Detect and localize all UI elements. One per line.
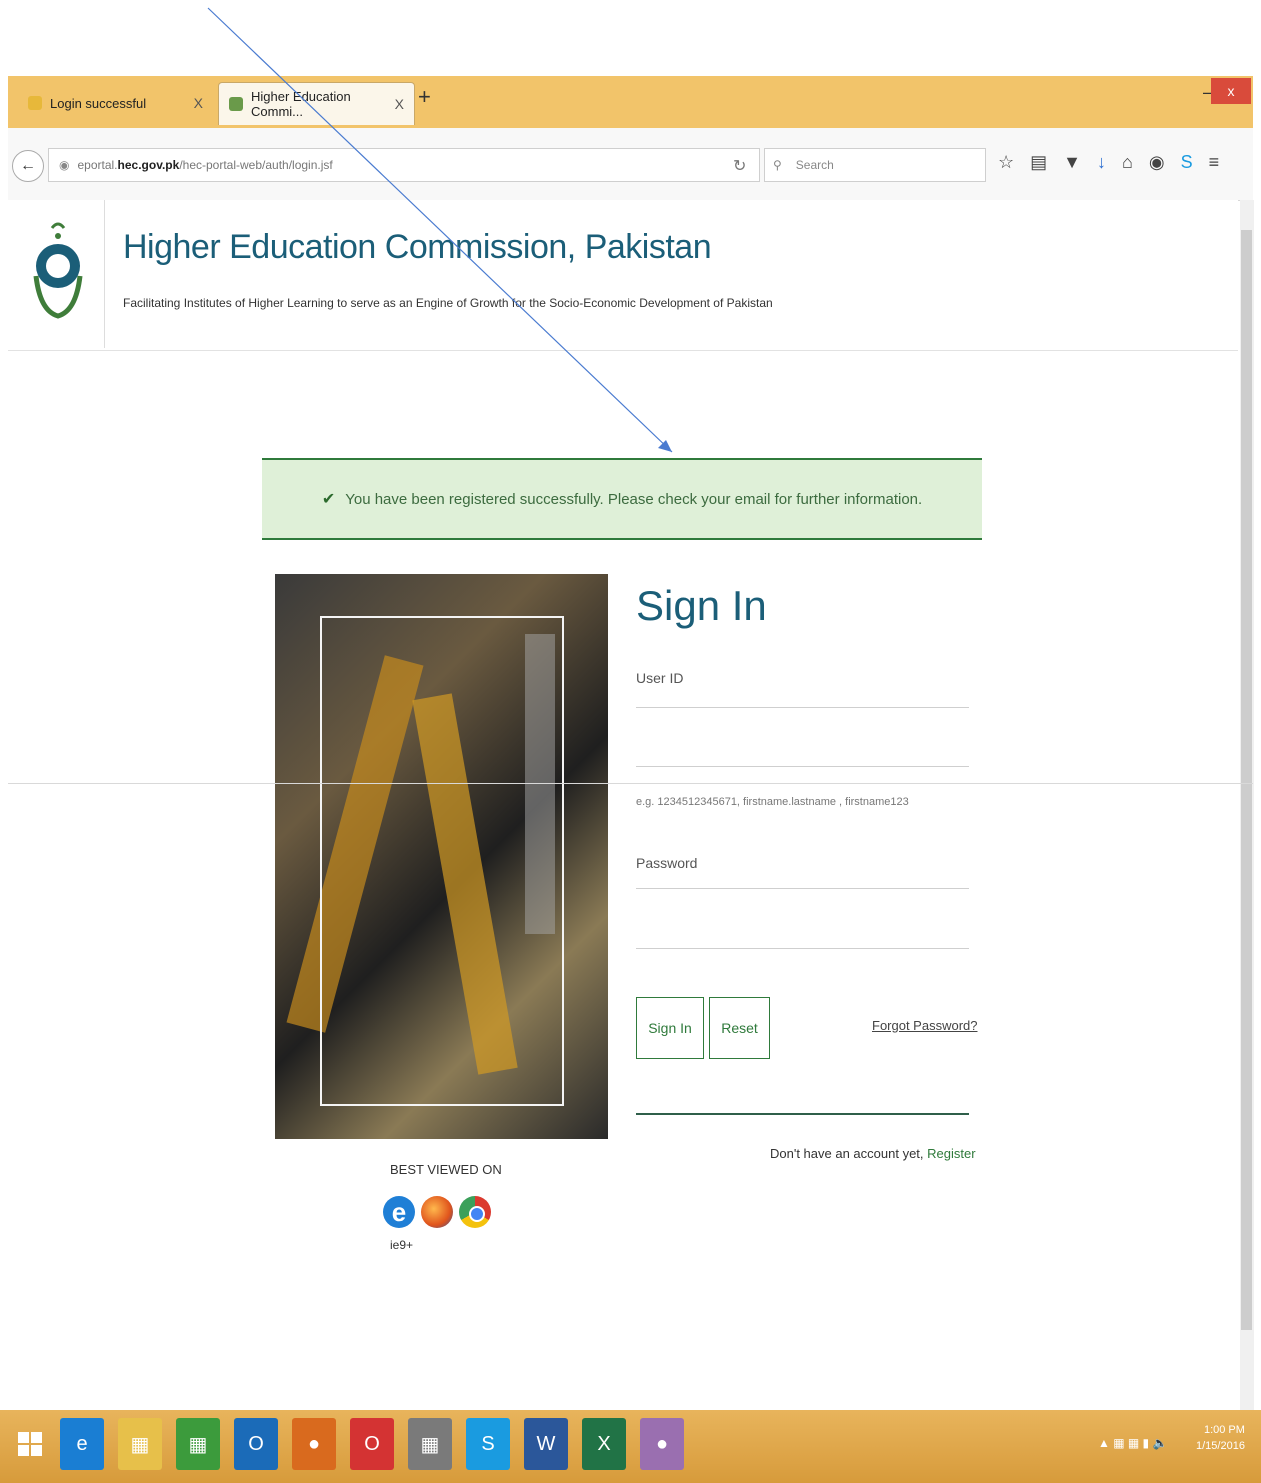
alert-message: You have been registered successfully. P… — [345, 490, 923, 508]
sign-in-button[interactable]: Sign In — [636, 997, 704, 1059]
url-prefix: eportal. — [77, 158, 118, 172]
ie-version-label: ie9+ — [390, 1238, 414, 1252]
taskbar-apps: e ▦ ▦ O ● O ▦ S W X ● — [60, 1418, 684, 1470]
user-id-label: User ID — [636, 670, 684, 686]
user-id-hint: e.g. 1234512345671, firstname.lastname ,… — [636, 796, 909, 808]
calculator-icon[interactable]: ▦ — [408, 1418, 452, 1470]
excel-icon[interactable]: X — [582, 1418, 626, 1470]
new-tab-button[interactable]: + — [418, 84, 431, 110]
paint-icon[interactable]: ● — [640, 1418, 684, 1470]
success-alert: ✔ You have been registered successfully.… — [262, 458, 982, 540]
skype-icon[interactable]: S — [1181, 152, 1193, 173]
clock-date: 1/15/2016 — [1196, 1440, 1245, 1452]
firefox-icon[interactable]: ● — [292, 1418, 336, 1470]
tab-close-icon[interactable]: X — [194, 95, 203, 111]
page-guideline — [8, 783, 1253, 784]
page-favicon-icon — [28, 96, 42, 110]
user-id-input[interactable] — [636, 724, 973, 756]
sync-icon[interactable]: ◉ — [1149, 152, 1165, 173]
url-domain: hec.gov.pk — [117, 158, 180, 172]
file-explorer-icon[interactable]: ▦ — [118, 1418, 162, 1470]
firefox-icon — [421, 1196, 453, 1228]
pocket-icon[interactable]: ▼ — [1063, 152, 1081, 173]
address-bar[interactable]: ◉ eportal. hec.gov.pk/hec-portal-web/auth… — [48, 148, 760, 182]
reset-button[interactable]: Reset — [709, 997, 770, 1059]
register-prompt: Don't have an account yet, Register — [770, 1146, 976, 1161]
supported-browsers: e — [383, 1196, 491, 1228]
reload-icon[interactable]: ↻ — [733, 156, 746, 176]
header-divider — [104, 200, 105, 348]
system-tray-icons[interactable]: ▲ ▦ ▦ ▮ 🔈 — [1098, 1436, 1167, 1450]
hec-favicon-icon — [229, 97, 243, 111]
url-path: /hec-portal-web/auth/login.jsf — [179, 158, 333, 172]
clock-time: 1:00 PM — [1203, 1424, 1245, 1436]
menu-icon[interactable]: ≡ — [1209, 152, 1220, 173]
vertical-scrollbar[interactable] — [1240, 200, 1254, 1410]
back-button[interactable]: ← — [12, 150, 44, 182]
search-icon: ⚲ — [773, 158, 782, 172]
star-icon[interactable]: ☆ — [998, 152, 1014, 173]
graduates-photo — [275, 574, 608, 1139]
hec-logo-icon — [33, 222, 83, 319]
site-header: Higher Education Commission, Pakistan Fa… — [8, 200, 1238, 351]
ie-icon[interactable]: e — [60, 1418, 104, 1470]
site-title: Higher Education Commission, Pakistan — [123, 228, 712, 266]
photo-frame — [320, 616, 564, 1106]
site-identity-icon: ◉ — [59, 158, 70, 172]
search-box[interactable]: ⚲ Search — [764, 148, 986, 182]
password-input[interactable] — [636, 905, 973, 937]
browser-tab-bar: Login successful X Higher Education Comm… — [8, 76, 1253, 128]
best-viewed-label: BEST VIEWED ON — [390, 1162, 502, 1177]
user-id-underline — [636, 707, 969, 708]
tab-close-icon[interactable]: X — [395, 96, 404, 112]
forgot-password-link[interactable]: Forgot Password? — [872, 1018, 978, 1033]
close-window-button[interactable]: x — [1211, 78, 1251, 104]
sign-in-title: Sign In — [636, 582, 767, 629]
search-placeholder: Search — [795, 158, 834, 172]
chrome-icon — [459, 1196, 491, 1228]
reading-list-icon[interactable]: ▤ — [1030, 152, 1047, 173]
no-account-text: Don't have an account yet, — [770, 1146, 928, 1161]
tab-title: Login successful — [50, 95, 147, 111]
word-icon[interactable]: W — [524, 1418, 568, 1470]
opera-icon[interactable]: O — [350, 1418, 394, 1470]
tab-title: Higher Education Commi... — [251, 89, 351, 119]
store-icon[interactable]: ▦ — [176, 1418, 220, 1470]
toolbar-icons: ☆ ▤ ▼ ↓ ⌂ ◉ S ≡ — [998, 152, 1219, 173]
start-button[interactable] — [18, 1432, 42, 1456]
taskbar-clock[interactable]: 1:00 PM 1/15/2016 — [1196, 1422, 1245, 1454]
ie-icon: e — [383, 1196, 415, 1228]
scrollbar-thumb[interactable] — [1241, 230, 1252, 1330]
site-subtitle: Facilitating Institutes of Higher Learni… — [123, 296, 773, 310]
form-divider — [636, 1113, 969, 1115]
download-icon[interactable]: ↓ — [1097, 152, 1106, 173]
browser-nav-bar: ← ◉ eportal. hec.gov.pk/hec-portal-web/au… — [8, 128, 1253, 201]
skype-icon[interactable]: S — [466, 1418, 510, 1470]
register-link[interactable]: Register — [927, 1146, 975, 1161]
password-label-underline — [636, 888, 969, 889]
tab-login-successful[interactable]: Login successful X — [18, 82, 213, 124]
checkmark-icon: ✔ — [321, 491, 336, 508]
password-label: Password — [636, 855, 698, 871]
outlook-icon[interactable]: O — [234, 1418, 278, 1470]
tab-hec[interactable]: Higher Education Commi... X — [218, 82, 415, 125]
password-input-underline — [636, 948, 969, 949]
home-icon[interactable]: ⌂ — [1122, 152, 1133, 173]
user-id-input-underline — [636, 766, 969, 767]
